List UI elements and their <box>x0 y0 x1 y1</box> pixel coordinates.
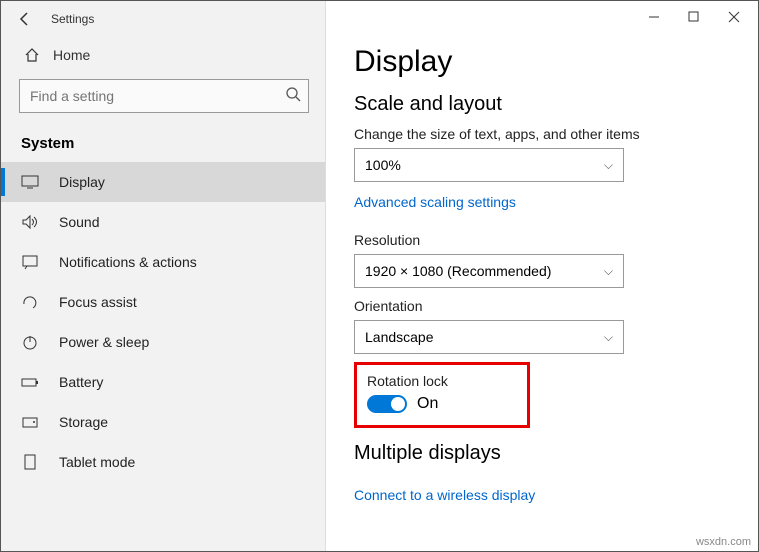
nav-label: Battery <box>59 374 103 390</box>
search-input[interactable] <box>19 79 309 113</box>
focus-assist-icon <box>21 294 47 310</box>
nav-item-notifications[interactable]: Notifications & actions <box>1 242 325 282</box>
nav-item-power-sleep[interactable]: Power & sleep <box>1 322 325 362</box>
nav-label: Notifications & actions <box>59 254 197 270</box>
advanced-scaling-link[interactable]: Advanced scaling settings <box>354 194 516 210</box>
back-button[interactable] <box>9 3 41 35</box>
display-icon <box>21 174 47 190</box>
close-button[interactable] <box>714 3 754 31</box>
window-title: Settings <box>51 12 94 26</box>
titlebar: Settings <box>1 1 325 37</box>
orientation-value: Landscape <box>365 329 434 345</box>
scale-value: 100% <box>365 157 401 173</box>
nav-label: Focus assist <box>59 294 137 310</box>
sound-icon <box>21 214 47 230</box>
battery-icon <box>21 374 47 390</box>
notifications-icon <box>21 254 47 270</box>
rotation-lock-highlight: Rotation lock On <box>354 362 530 428</box>
chevron-down-icon: ⌵ <box>604 264 613 279</box>
search-container <box>19 79 309 113</box>
chevron-down-icon: ⌵ <box>604 158 613 173</box>
rotation-lock-toggle[interactable] <box>367 395 407 413</box>
resolution-label: Resolution <box>354 232 730 248</box>
nav-label: Display <box>59 174 105 190</box>
home-nav[interactable]: Home <box>1 37 325 73</box>
page-title: Display <box>354 45 730 79</box>
power-icon <box>21 334 47 350</box>
nav-label: Storage <box>59 414 108 430</box>
nav-item-storage[interactable]: Storage <box>1 402 325 442</box>
minimize-button[interactable] <box>634 3 674 31</box>
watermark: wsxdn.com <box>696 536 751 548</box>
nav-item-battery[interactable]: Battery <box>1 362 325 402</box>
chevron-down-icon: ⌵ <box>604 330 613 345</box>
nav-item-focus-assist[interactable]: Focus assist <box>1 282 325 322</box>
resolution-value: 1920 × 1080 (Recommended) <box>365 263 551 279</box>
home-label: Home <box>53 47 90 63</box>
content-pane: Display Scale and layout Change the size… <box>326 1 758 551</box>
section-scale-layout: Scale and layout <box>354 93 730 116</box>
rotation-lock-state: On <box>417 395 438 413</box>
rotation-lock-label: Rotation lock <box>367 373 517 389</box>
section-multiple-displays: Multiple displays <box>354 442 730 465</box>
window-controls <box>634 3 754 31</box>
nav-label: Power & sleep <box>59 334 149 350</box>
section-heading: System <box>1 127 325 162</box>
nav-item-tablet-mode[interactable]: Tablet mode <box>1 442 325 482</box>
nav-item-display[interactable]: Display <box>1 162 325 202</box>
orientation-select[interactable]: Landscape ⌵ <box>354 320 624 354</box>
storage-icon <box>21 414 47 430</box>
text-size-label: Change the size of text, apps, and other… <box>354 126 730 142</box>
search-icon <box>285 86 301 107</box>
orientation-label: Orientation <box>354 298 730 314</box>
wireless-display-link[interactable]: Connect to a wireless display <box>354 487 535 503</box>
nav-item-sound[interactable]: Sound <box>1 202 325 242</box>
tablet-icon <box>21 454 47 470</box>
resolution-select[interactable]: 1920 × 1080 (Recommended) ⌵ <box>354 254 624 288</box>
nav-label: Tablet mode <box>59 454 135 470</box>
back-arrow-icon <box>17 11 33 27</box>
nav-list: Display Sound Notifications & actions Fo… <box>1 162 325 482</box>
nav-label: Sound <box>59 214 99 230</box>
home-icon <box>21 47 43 63</box>
maximize-button[interactable] <box>674 3 714 31</box>
scale-select[interactable]: 100% ⌵ <box>354 148 624 182</box>
